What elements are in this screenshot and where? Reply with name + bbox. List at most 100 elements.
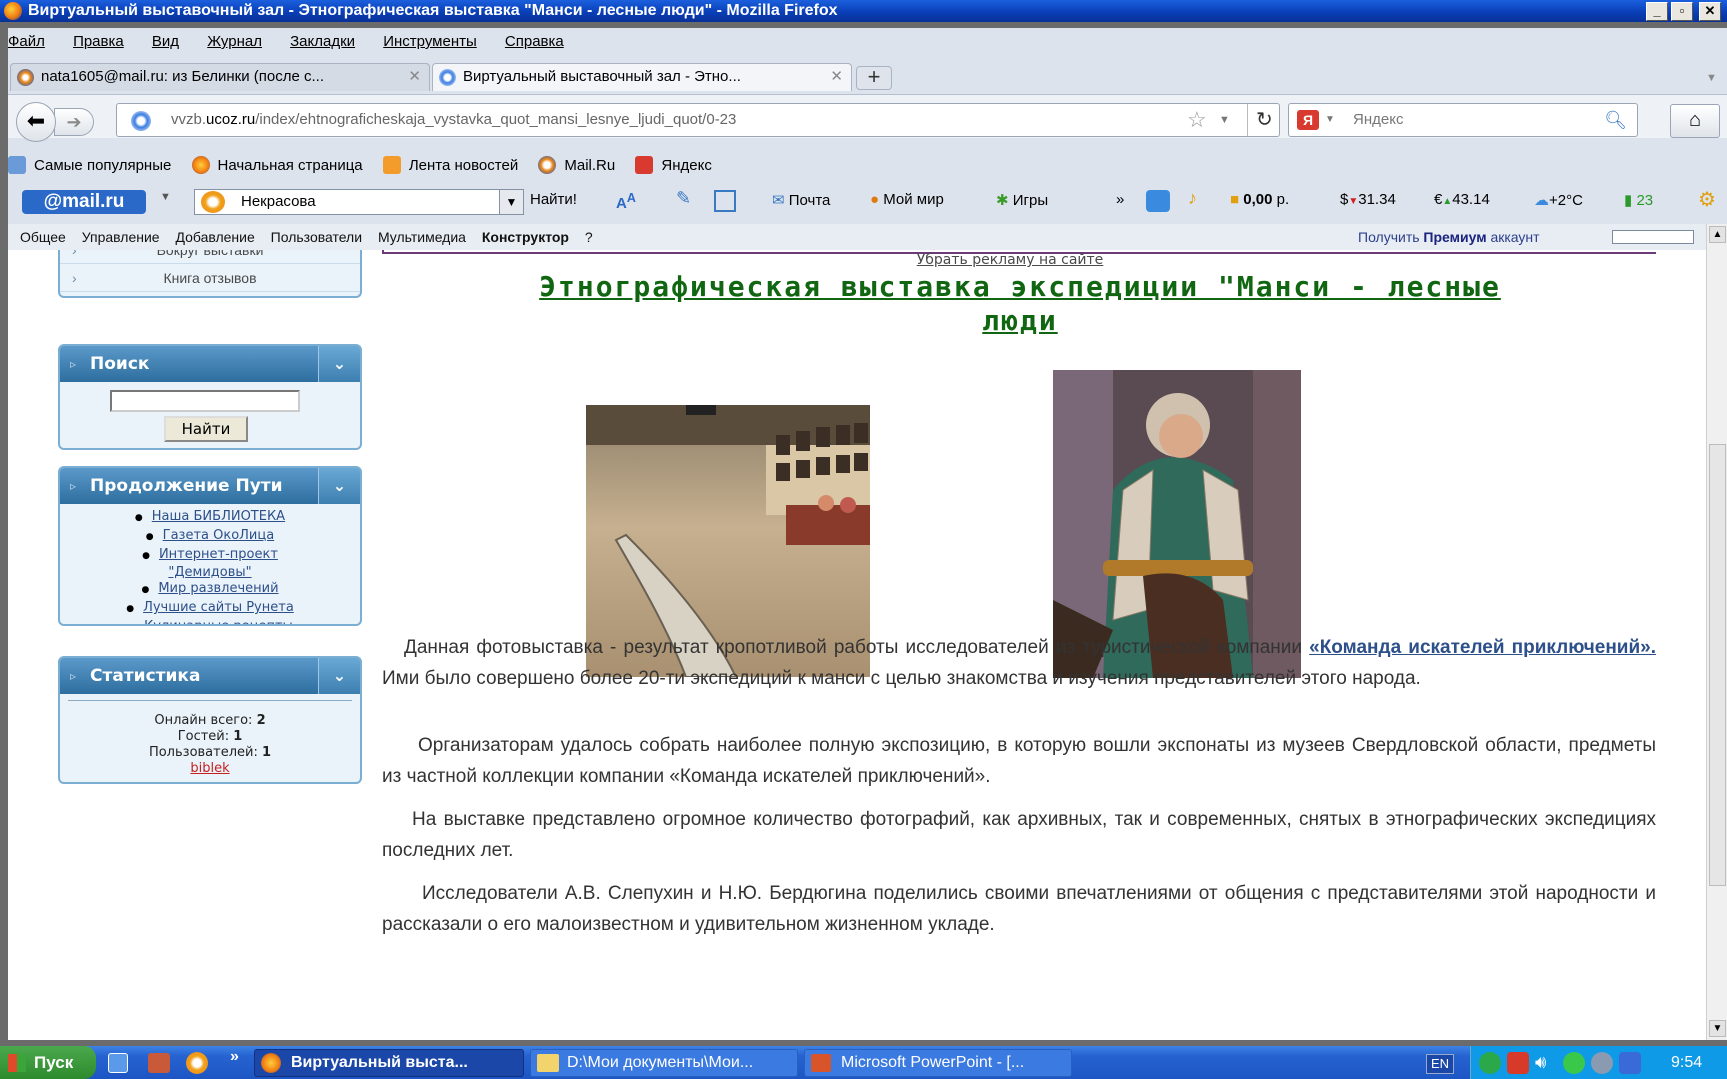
tray-update-icon[interactable]	[1619, 1052, 1641, 1074]
search-icon[interactable]: 🔍︎	[1604, 104, 1627, 136]
scroll-thumb[interactable]	[1709, 444, 1726, 886]
yandex-icon[interactable]: Я	[1297, 110, 1319, 130]
taskbar-explorer[interactable]: D:\Мои документы\Мои...	[530, 1049, 798, 1077]
premium-link[interactable]: Получить Премиум аккаунт	[1358, 224, 1540, 250]
sidebar-search-input[interactable]	[110, 390, 300, 412]
site-identity-icon[interactable]	[131, 111, 151, 131]
traffic[interactable]: ▮ 23	[1624, 191, 1653, 209]
mailru-find-button[interactable]: Найти!	[530, 191, 577, 208]
forward-button[interactable]: ➔	[54, 108, 94, 136]
search-history-dropdown[interactable]: ▼	[499, 190, 523, 214]
bookmark-popular[interactable]: Самые популярные	[8, 156, 171, 174]
tray-shield-icon[interactable]	[1507, 1052, 1529, 1074]
quicklaunch-more-icon[interactable]: »	[230, 1048, 239, 1066]
page-title[interactable]: Этнографическая выставка экспедиции "Ман…	[380, 270, 1660, 338]
bookmark-news[interactable]: Лента новостей	[382, 156, 518, 174]
menu-help[interactable]: Справка	[505, 33, 564, 50]
page-scrollbar[interactable]: ▲ ▼	[1706, 224, 1727, 1040]
tab-mail[interactable]: nata1605@mail.ru: из Белинки (после с...…	[10, 63, 430, 91]
mail-link[interactable]: ✉ Почта	[772, 191, 830, 209]
link-entertainment[interactable]: Мир развлечений	[60, 580, 360, 599]
quicklaunch-mailru-icon[interactable]	[186, 1052, 208, 1074]
online-user-link[interactable]: biblek	[68, 761, 352, 777]
taskbar-firefox[interactable]: Виртуальный выста...	[254, 1049, 524, 1077]
link-best-sites[interactable]: Лучшие сайты Рунета	[60, 599, 360, 618]
tray-agent-icon[interactable]	[1479, 1052, 1501, 1074]
url-dropdown-icon[interactable]: ▼	[1219, 104, 1230, 136]
games-link[interactable]: ✱ Игры	[996, 191, 1048, 209]
link-demidovy[interactable]: "Демидовы"	[60, 565, 360, 580]
link-okolica[interactable]: Газета ОкоЛица	[60, 527, 360, 546]
menu-file[interactable]: Файл	[8, 33, 45, 50]
menu-bookmarks[interactable]: Закладки	[290, 33, 355, 50]
ucoz-multimedia[interactable]: Мультимедиа	[378, 229, 466, 245]
quicklaunch-app-icon[interactable]	[148, 1053, 170, 1073]
new-tab-button[interactable]: +	[856, 66, 892, 90]
language-indicator[interactable]: EN	[1426, 1054, 1454, 1074]
balance[interactable]: ■ 0,00 р.	[1230, 191, 1289, 208]
mailru-logo[interactable]: @mail.ru	[22, 190, 146, 214]
folder-icon	[537, 1054, 559, 1072]
close-tab-icon[interactable]: ✕	[830, 64, 843, 90]
company-link[interactable]: «Команда искателей приключений».	[1309, 637, 1656, 658]
bookmark-mailru[interactable]: Mail.Ru	[538, 156, 615, 174]
engine-dropdown-icon[interactable]: ▼	[1325, 104, 1335, 136]
weather[interactable]: ☁+2°C	[1534, 191, 1583, 209]
address-bar[interactable]: vvzb.ucoz.ru/index/ehtnograficheskaja_vy…	[116, 103, 1280, 137]
block-title-text: Продолжение Пути	[90, 476, 283, 496]
ucoz-users[interactable]: Пользователи	[271, 229, 362, 245]
menu-tools[interactable]: Инструменты	[383, 33, 477, 50]
settings-gear-icon[interactable]: ⚙	[1698, 187, 1716, 212]
panel-slider[interactable]	[1612, 230, 1694, 244]
eur-rate[interactable]: €▲43.14	[1434, 191, 1490, 208]
scroll-up-icon[interactable]: ▲	[1709, 226, 1726, 243]
tab-exhibition[interactable]: Виртуальный выставочный зал - Этно... ✕	[432, 63, 852, 91]
chevron-down-icon[interactable]: ⌄	[318, 346, 360, 382]
close-button[interactable]: ✕	[1699, 2, 1721, 21]
minimize-button[interactable]: _	[1646, 2, 1668, 21]
search-bar[interactable]: Я ▼ Яндекс 🔍︎	[1288, 103, 1638, 137]
ucoz-manage[interactable]: Управление	[82, 229, 160, 245]
myworld-link[interactable]: ● Мой мир	[870, 191, 944, 208]
bookmark-yandex[interactable]: Яндекс	[635, 156, 712, 174]
usd-rate[interactable]: $▼31.34	[1340, 191, 1396, 208]
menu-history[interactable]: Журнал	[207, 33, 262, 50]
link-library[interactable]: Наша БИБЛИОТЕКА	[60, 508, 360, 527]
page-icon[interactable]	[714, 190, 736, 212]
back-button[interactable]: ⬅	[16, 102, 56, 142]
ucoz-help[interactable]: ?	[585, 229, 593, 245]
ucoz-add[interactable]: Добавление	[175, 229, 254, 245]
remove-ads-link[interactable]: Убрать рекламу на сайте	[8, 252, 1706, 268]
maximize-button[interactable]: ▫	[1671, 2, 1693, 21]
logo-dropdown-icon[interactable]: ▼	[160, 191, 171, 203]
taskbar-powerpoint[interactable]: Microsoft PowerPoint - [...	[804, 1049, 1072, 1077]
bookmark-home[interactable]: Начальная страница	[191, 156, 363, 174]
tab-list-icon[interactable]: ▼	[1706, 72, 1717, 84]
link-recipes[interactable]: Кулинарные рецепты	[60, 618, 360, 624]
link-internet-project[interactable]: Интернет-проект	[60, 546, 360, 565]
font-size-icon[interactable]: AA	[616, 191, 636, 212]
volume-icon[interactable]: 🔊︎	[1535, 1052, 1546, 1073]
start-button[interactable]: Пуск	[0, 1046, 96, 1079]
agent-icon[interactable]	[1146, 190, 1170, 212]
quicklaunch-ie-icon[interactable]	[108, 1053, 128, 1073]
reload-icon[interactable]: ↻	[1247, 104, 1273, 136]
sidebar-link-guestbook[interactable]: Книга отзывов	[60, 264, 360, 292]
highlight-icon[interactable]: ✎	[676, 188, 691, 209]
close-tab-icon[interactable]: ✕	[408, 64, 421, 90]
scroll-down-icon[interactable]: ▼	[1709, 1020, 1726, 1037]
chevron-down-icon[interactable]: ⌄	[318, 468, 360, 504]
mailru-search-input[interactable]: Некрасова ▼	[194, 189, 524, 215]
sidebar-search-button[interactable]: Найти	[164, 416, 248, 442]
music-icon[interactable]: ♪	[1188, 188, 1197, 209]
ucoz-general[interactable]: Общее	[20, 229, 66, 245]
menu-edit[interactable]: Правка	[73, 33, 124, 50]
menu-view[interactable]: Вид	[152, 33, 179, 50]
more-chevron-icon[interactable]: »	[1116, 191, 1124, 208]
tray-icq-icon[interactable]	[1563, 1052, 1585, 1074]
tray-network-icon[interactable]	[1591, 1052, 1613, 1074]
ucoz-constructor[interactable]: Конструктор	[482, 229, 569, 245]
chevron-down-icon[interactable]: ⌄	[318, 658, 360, 694]
home-button[interactable]: ⌂	[1670, 104, 1720, 138]
bookmark-star-icon[interactable]: ☆	[1187, 104, 1207, 136]
